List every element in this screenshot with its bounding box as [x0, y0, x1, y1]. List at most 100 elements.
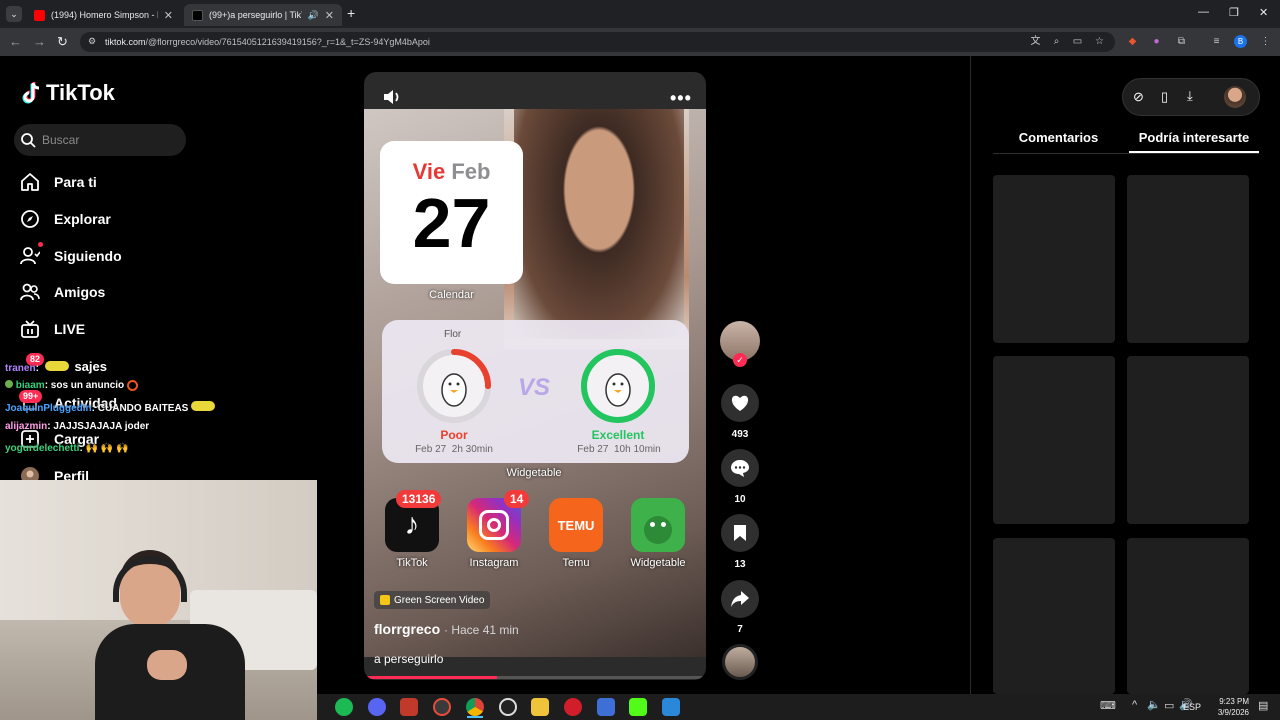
active-app-indicator [467, 716, 483, 718]
effect-tag[interactable]: Green Screen Video [374, 591, 491, 609]
url-host: tiktok.com [105, 37, 146, 47]
calendar-label: Calendar [429, 289, 474, 301]
reload-icon[interactable]: ↻ [57, 34, 68, 50]
discord-icon[interactable] [368, 698, 386, 716]
new-tab-button[interactable]: + [347, 5, 355, 21]
site-info-icon[interactable]: ⚙ [88, 36, 96, 47]
download-icon[interactable]: ⤓ [1187, 88, 1193, 104]
left-stats: Feb 27 2h 30min [404, 444, 504, 455]
network-icon[interactable]: ▭ [1164, 699, 1174, 712]
minimize-icon[interactable]: — [1198, 6, 1209, 18]
cast-icon[interactable]: ▭ [1071, 35, 1084, 48]
browser-tab-tiktok[interactable]: (99+)a perseguirlo | TikTok 🔊 ✕ [184, 4, 342, 26]
clock[interactable]: 9:23 PM 3/9/2026 [1199, 696, 1249, 718]
sidebar-item-explorar[interactable]: Explorar [20, 209, 111, 229]
tiktok-logo[interactable]: TikTok [20, 80, 115, 106]
chat-text: sos un anuncio [50, 380, 125, 392]
sound-disc-icon[interactable] [722, 644, 758, 680]
volume-icon[interactable] [382, 88, 402, 111]
video-progress-track[interactable] [364, 676, 706, 679]
spotify-icon[interactable] [335, 698, 353, 716]
left-date: Feb 27 [415, 444, 447, 455]
opera-icon[interactable] [564, 698, 582, 716]
browser-tab-youtube[interactable]: (1994) Homero Simpson - N de ✕ [26, 4, 181, 26]
stream-app-icon[interactable] [433, 698, 451, 716]
hair-shape [514, 109, 684, 339]
author-name[interactable]: florrgreco [374, 621, 440, 637]
like-button[interactable] [721, 384, 759, 422]
bookmark-star-icon[interactable]: ☆ [1093, 35, 1106, 48]
user-avatar[interactable] [1224, 86, 1246, 108]
video-frame[interactable]: Vie Feb 27 Calendar Flor VS Poor Feb 27 … [364, 109, 706, 666]
suggested-video-thumbnail[interactable] [993, 356, 1115, 524]
extensions-icon[interactable]: ⧉ [1175, 35, 1188, 48]
notifications-icon[interactable]: ▤ [1258, 699, 1268, 712]
reading-list-icon[interactable]: ≡ [1210, 35, 1223, 48]
tab-podria-interesarte[interactable]: Podría interesarte [1129, 130, 1259, 145]
paint-icon[interactable] [662, 698, 680, 716]
save-button[interactable] [721, 514, 759, 552]
suggested-video-thumbnail[interactable] [993, 175, 1115, 343]
restore-icon[interactable]: ❐ [1229, 6, 1239, 19]
sidebar-item-label: Siguiendo [54, 248, 122, 264]
calendar-date: 27 [412, 184, 491, 262]
voicemeeter-icon[interactable] [400, 698, 418, 716]
share-button[interactable] [721, 580, 759, 618]
active-tab-indicator [1129, 151, 1259, 153]
speaker-icon[interactable]: 🔊 [308, 10, 319, 21]
tray-chevron-icon[interactable]: ^ [1132, 699, 1137, 711]
chat-message: JoaquinPluggedIn: CUANDO BAITEAS [5, 401, 216, 414]
chat-text: sajes [74, 359, 107, 374]
translate-icon[interactable]: 文 [1029, 35, 1042, 48]
phone-icon[interactable]: ▯ [1161, 89, 1168, 105]
forward-icon[interactable]: → [33, 34, 46, 49]
chat-username: JoaquinPluggedIn [5, 403, 92, 414]
sidebar-item-amigos[interactable]: Amigos [20, 282, 105, 302]
sidebar-item-siguiendo[interactable]: Siguiendo [20, 242, 122, 266]
close-tab-icon[interactable]: ✕ [164, 9, 173, 22]
emote-icon: 🙌 🙌 🙌 [85, 443, 129, 454]
more-options-icon[interactable]: ••• [670, 88, 692, 109]
chrome-icon[interactable] [466, 698, 484, 716]
kick-icon[interactable] [629, 698, 647, 716]
suggested-video-thumbnail[interactable] [1127, 175, 1249, 343]
sidebar-item-label: Para ti [54, 174, 97, 190]
keyboard-icon[interactable]: ⌨ [1100, 699, 1116, 712]
video-player[interactable]: ••• Vie Feb 27 Calendar Flor VS Poor Feb… [364, 72, 706, 680]
share-count: 7 [737, 624, 743, 635]
menu-kebab-icon[interactable]: ⋮ [1259, 35, 1272, 48]
suggested-video-thumbnail[interactable] [993, 538, 1115, 694]
url-bar[interactable]: ⚙ tiktok.com/@florrgreco/video/761540512… [80, 32, 1115, 52]
app-icon[interactable] [597, 698, 615, 716]
tab-search-button[interactable]: ⌄ [6, 6, 22, 22]
widgetable-app-icon [631, 498, 685, 552]
sidebar-item-label: LIVE [54, 321, 86, 337]
volume-tray-icon[interactable]: 🔈 [1147, 698, 1161, 711]
profile-avatar-icon[interactable]: B [1234, 35, 1247, 48]
live-icon [21, 320, 39, 338]
close-tab-icon[interactable]: ✕ [325, 9, 334, 22]
suggested-video-thumbnail[interactable] [1127, 356, 1249, 524]
explore-icon[interactable]: ⊘ [1133, 89, 1144, 105]
suggested-video-thumbnail[interactable] [1127, 538, 1249, 694]
comment-button[interactable] [721, 449, 759, 487]
back-icon[interactable]: ← [9, 34, 22, 49]
sidebar-item-para-ti[interactable]: Para ti [20, 172, 97, 192]
tab-comentarios[interactable]: Comentarios [993, 130, 1124, 145]
video-author-line: florrgreco · Hace 41 min [374, 621, 519, 637]
home-icon [21, 173, 39, 191]
extension-color-icon[interactable]: ● [1150, 35, 1163, 48]
file-explorer-icon[interactable] [531, 698, 549, 716]
following-icon [20, 247, 40, 265]
left-time: 2h 30min [451, 444, 493, 455]
follow-check-icon[interactable]: ✓ [733, 353, 747, 367]
creator-avatar[interactable]: ✓ [720, 321, 760, 367]
sidebar-item-live[interactable]: LIVE [20, 319, 85, 339]
tab-title: (99+)a perseguirlo | TikTok [209, 10, 302, 20]
extension-red-icon[interactable]: ◆ [1126, 35, 1139, 48]
search-input[interactable]: Buscar [14, 124, 186, 156]
zoom-icon[interactable]: ⌕ [1050, 35, 1063, 48]
close-window-icon[interactable]: ✕ [1259, 6, 1268, 19]
tiktok-note-icon [22, 82, 40, 104]
obs-icon[interactable] [499, 698, 517, 716]
